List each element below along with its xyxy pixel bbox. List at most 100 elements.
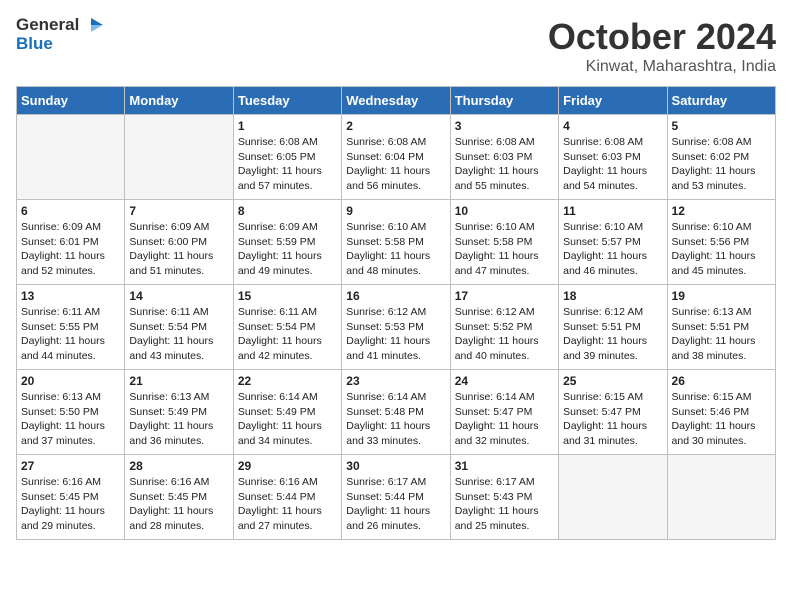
sunset-text: Sunset: 5:58 PM — [455, 235, 554, 250]
sunrise-text: Sunrise: 6:09 AM — [21, 220, 120, 235]
sunrise-text: Sunrise: 6:10 AM — [455, 220, 554, 235]
day-number: 31 — [455, 459, 554, 473]
calendar-cell: 13 Sunrise: 6:11 AM Sunset: 5:55 PM Dayl… — [17, 285, 125, 370]
daylight-text: Daylight: 11 hours and 26 minutes. — [346, 504, 445, 533]
daylight-text: Daylight: 11 hours and 29 minutes. — [21, 504, 120, 533]
weekday-header-cell: Tuesday — [233, 87, 341, 115]
day-number: 24 — [455, 374, 554, 388]
calendar-cell: 15 Sunrise: 6:11 AM Sunset: 5:54 PM Dayl… — [233, 285, 341, 370]
sunrise-text: Sunrise: 6:13 AM — [129, 390, 228, 405]
daylight-text: Daylight: 11 hours and 40 minutes. — [455, 334, 554, 363]
calendar-cell: 27 Sunrise: 6:16 AM Sunset: 5:45 PM Dayl… — [17, 455, 125, 540]
calendar-cell: 14 Sunrise: 6:11 AM Sunset: 5:54 PM Dayl… — [125, 285, 233, 370]
sunset-text: Sunset: 6:04 PM — [346, 150, 445, 165]
day-number: 5 — [672, 119, 771, 133]
calendar-cell: 2 Sunrise: 6:08 AM Sunset: 6:04 PM Dayli… — [342, 115, 450, 200]
calendar-cell: 16 Sunrise: 6:12 AM Sunset: 5:53 PM Dayl… — [342, 285, 450, 370]
sunrise-text: Sunrise: 6:11 AM — [21, 305, 120, 320]
calendar-cell: 29 Sunrise: 6:16 AM Sunset: 5:44 PM Dayl… — [233, 455, 341, 540]
logo: General Blue — [16, 16, 103, 53]
sunset-text: Sunset: 5:45 PM — [21, 490, 120, 505]
sunset-text: Sunset: 5:44 PM — [238, 490, 337, 505]
calendar-cell: 1 Sunrise: 6:08 AM Sunset: 6:05 PM Dayli… — [233, 115, 341, 200]
weekday-header-row: SundayMondayTuesdayWednesdayThursdayFrid… — [17, 87, 776, 115]
page-header: General Blue October 2024 Kinwat, Mahara… — [16, 16, 776, 76]
daylight-text: Daylight: 11 hours and 31 minutes. — [563, 419, 662, 448]
day-number: 28 — [129, 459, 228, 473]
day-number: 20 — [21, 374, 120, 388]
sunrise-text: Sunrise: 6:13 AM — [21, 390, 120, 405]
calendar-cell — [125, 115, 233, 200]
daylight-text: Daylight: 11 hours and 47 minutes. — [455, 249, 554, 278]
day-number: 12 — [672, 204, 771, 218]
calendar-cell: 26 Sunrise: 6:15 AM Sunset: 5:46 PM Dayl… — [667, 370, 775, 455]
day-number: 8 — [238, 204, 337, 218]
sunrise-text: Sunrise: 6:08 AM — [455, 135, 554, 150]
sunset-text: Sunset: 6:00 PM — [129, 235, 228, 250]
sunrise-text: Sunrise: 6:08 AM — [238, 135, 337, 150]
sunset-text: Sunset: 6:01 PM — [21, 235, 120, 250]
sunrise-text: Sunrise: 6:14 AM — [346, 390, 445, 405]
sunrise-text: Sunrise: 6:10 AM — [563, 220, 662, 235]
daylight-text: Daylight: 11 hours and 44 minutes. — [21, 334, 120, 363]
day-number: 25 — [563, 374, 662, 388]
daylight-text: Daylight: 11 hours and 51 minutes. — [129, 249, 228, 278]
calendar-cell: 18 Sunrise: 6:12 AM Sunset: 5:51 PM Dayl… — [559, 285, 667, 370]
calendar-cell: 9 Sunrise: 6:10 AM Sunset: 5:58 PM Dayli… — [342, 200, 450, 285]
day-number: 2 — [346, 119, 445, 133]
logo-bird-icon — [81, 16, 103, 34]
sunset-text: Sunset: 6:05 PM — [238, 150, 337, 165]
day-number: 26 — [672, 374, 771, 388]
daylight-text: Daylight: 11 hours and 33 minutes. — [346, 419, 445, 448]
sunset-text: Sunset: 5:43 PM — [455, 490, 554, 505]
daylight-text: Daylight: 11 hours and 28 minutes. — [129, 504, 228, 533]
daylight-text: Daylight: 11 hours and 41 minutes. — [346, 334, 445, 363]
sunset-text: Sunset: 5:57 PM — [563, 235, 662, 250]
calendar-week-row: 27 Sunrise: 6:16 AM Sunset: 5:45 PM Dayl… — [17, 455, 776, 540]
daylight-text: Daylight: 11 hours and 36 minutes. — [129, 419, 228, 448]
day-number: 11 — [563, 204, 662, 218]
day-number: 18 — [563, 289, 662, 303]
day-number: 6 — [21, 204, 120, 218]
daylight-text: Daylight: 11 hours and 34 minutes. — [238, 419, 337, 448]
calendar-cell: 19 Sunrise: 6:13 AM Sunset: 5:51 PM Dayl… — [667, 285, 775, 370]
calendar-cell: 28 Sunrise: 6:16 AM Sunset: 5:45 PM Dayl… — [125, 455, 233, 540]
calendar-cell: 24 Sunrise: 6:14 AM Sunset: 5:47 PM Dayl… — [450, 370, 558, 455]
title-block: October 2024 Kinwat, Maharashtra, India — [548, 16, 776, 76]
sunrise-text: Sunrise: 6:16 AM — [129, 475, 228, 490]
day-number: 29 — [238, 459, 337, 473]
day-number: 16 — [346, 289, 445, 303]
day-number: 21 — [129, 374, 228, 388]
sunset-text: Sunset: 5:49 PM — [129, 405, 228, 420]
day-number: 15 — [238, 289, 337, 303]
sunrise-text: Sunrise: 6:16 AM — [238, 475, 337, 490]
sunrise-text: Sunrise: 6:08 AM — [672, 135, 771, 150]
sunset-text: Sunset: 5:49 PM — [238, 405, 337, 420]
sunrise-text: Sunrise: 6:14 AM — [238, 390, 337, 405]
weekday-header-cell: Wednesday — [342, 87, 450, 115]
daylight-text: Daylight: 11 hours and 43 minutes. — [129, 334, 228, 363]
sunset-text: Sunset: 6:02 PM — [672, 150, 771, 165]
day-number: 4 — [563, 119, 662, 133]
daylight-text: Daylight: 11 hours and 38 minutes. — [672, 334, 771, 363]
sunset-text: Sunset: 5:48 PM — [346, 405, 445, 420]
logo-text-blue: Blue — [16, 35, 103, 54]
daylight-text: Daylight: 11 hours and 42 minutes. — [238, 334, 337, 363]
sunrise-text: Sunrise: 6:08 AM — [346, 135, 445, 150]
calendar-cell: 30 Sunrise: 6:17 AM Sunset: 5:44 PM Dayl… — [342, 455, 450, 540]
day-number: 10 — [455, 204, 554, 218]
calendar-cell: 12 Sunrise: 6:10 AM Sunset: 5:56 PM Dayl… — [667, 200, 775, 285]
sunset-text: Sunset: 5:53 PM — [346, 320, 445, 335]
daylight-text: Daylight: 11 hours and 56 minutes. — [346, 164, 445, 193]
sunset-text: Sunset: 5:50 PM — [21, 405, 120, 420]
sunset-text: Sunset: 5:56 PM — [672, 235, 771, 250]
calendar-cell: 31 Sunrise: 6:17 AM Sunset: 5:43 PM Dayl… — [450, 455, 558, 540]
daylight-text: Daylight: 11 hours and 54 minutes. — [563, 164, 662, 193]
weekday-header-cell: Friday — [559, 87, 667, 115]
location-title: Kinwat, Maharashtra, India — [548, 58, 776, 76]
weekday-header-cell: Thursday — [450, 87, 558, 115]
sunset-text: Sunset: 5:55 PM — [21, 320, 120, 335]
daylight-text: Daylight: 11 hours and 48 minutes. — [346, 249, 445, 278]
sunset-text: Sunset: 5:47 PM — [563, 405, 662, 420]
day-number: 3 — [455, 119, 554, 133]
